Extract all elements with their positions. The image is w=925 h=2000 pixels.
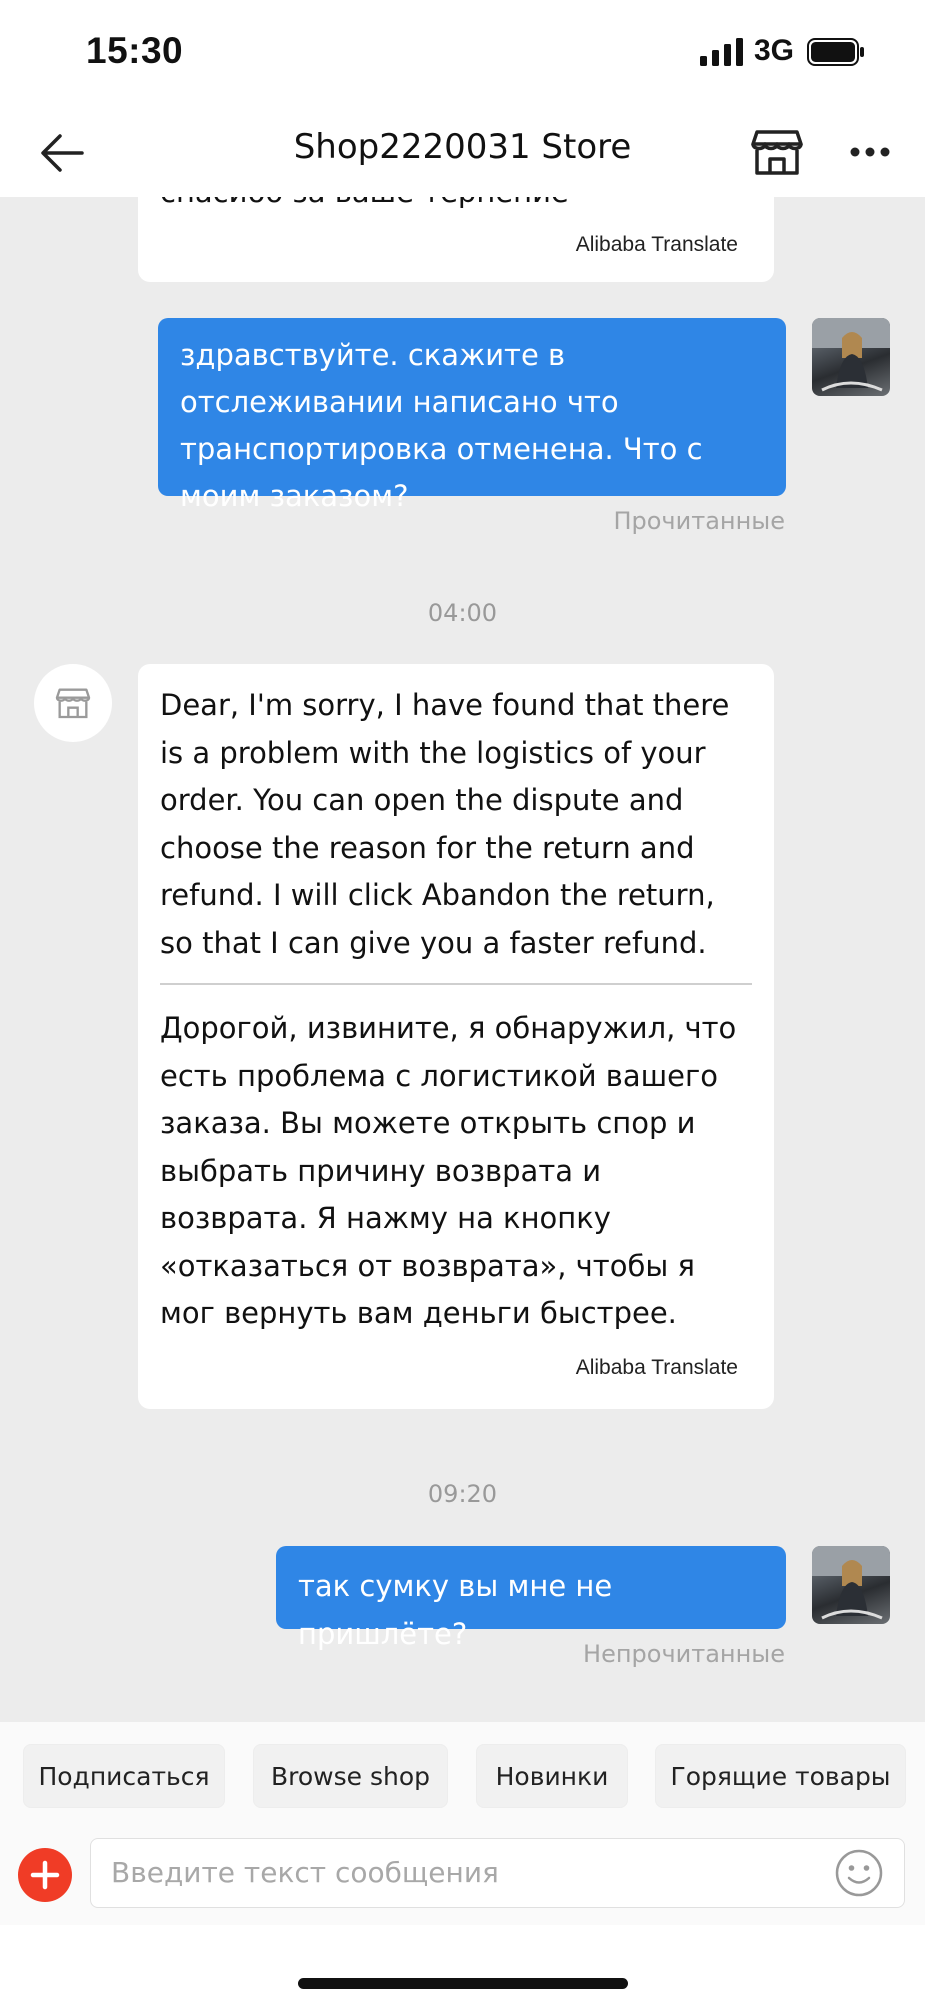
message-translated-text: Дорогой, извините, я обнаружил, что есть… bbox=[160, 1011, 737, 1330]
plus-icon bbox=[30, 1860, 60, 1890]
quick-reply-new-arrivals[interactable]: Новинки bbox=[476, 1744, 628, 1808]
arrow-left-icon bbox=[41, 134, 84, 172]
quick-reply-hot-deals[interactable]: Горящие товары bbox=[655, 1744, 906, 1808]
add-attachment-button[interactable] bbox=[18, 1848, 72, 1902]
translate-label: Alibaba Translate bbox=[575, 233, 738, 256]
message-incoming[interactable]: Dear, I'm sorry, I have found that there… bbox=[138, 664, 774, 1409]
storefront-icon bbox=[751, 130, 803, 175]
message-text: так сумку вы мне не пришлёте? bbox=[298, 1569, 613, 1651]
storefront-icon bbox=[55, 688, 91, 719]
network-type: 3G bbox=[754, 34, 795, 67]
message-input-container[interactable] bbox=[90, 1838, 905, 1908]
user-photo bbox=[812, 1546, 890, 1620]
message-input[interactable] bbox=[111, 1839, 831, 1905]
translation-divider bbox=[160, 983, 752, 985]
message-outgoing[interactable]: так сумку вы мне не пришлёте? bbox=[276, 1546, 786, 1651]
message-original-text: Dear, I'm sorry, I have found that there… bbox=[160, 688, 730, 960]
more-horizontal-icon bbox=[850, 147, 890, 157]
quick-reply-browse-shop[interactable]: Browse shop bbox=[253, 1744, 448, 1808]
home-indicator[interactable] bbox=[298, 1978, 628, 1989]
chat-messages[interactable]: спасибо за ваше терпение Alibaba Transla… bbox=[0, 197, 925, 1722]
timestamp: 04:00 bbox=[427, 599, 498, 627]
more-options-button[interactable] bbox=[840, 123, 900, 181]
status-bar: 15:30 3G bbox=[0, 0, 925, 105]
message-input-bar bbox=[0, 1830, 925, 1925]
store-button[interactable] bbox=[748, 123, 806, 181]
translate-label: Alibaba Translate bbox=[575, 1356, 738, 1379]
signal-icon bbox=[700, 38, 743, 66]
back-button[interactable] bbox=[32, 123, 92, 183]
user-avatar[interactable] bbox=[812, 318, 890, 396]
battery-icon bbox=[807, 38, 864, 66]
page-title: Shop2220031 Store bbox=[293, 127, 632, 167]
message-text: спасибо за ваше терпение bbox=[160, 197, 569, 217]
home-indicator-area bbox=[0, 1925, 925, 2000]
timestamp: 09:20 bbox=[427, 1480, 498, 1508]
message-outgoing[interactable]: здравствуйте. скажите в отслеживании нап… bbox=[158, 318, 786, 513]
store-avatar[interactable] bbox=[34, 664, 112, 742]
user-avatar[interactable] bbox=[812, 1546, 890, 1624]
smiley-icon[interactable] bbox=[834, 1848, 884, 1898]
message-incoming-partial[interactable]: спасибо за ваше терпение Alibaba Transla… bbox=[138, 197, 774, 282]
message-text: здравствуйте. скажите в отслеживании нап… bbox=[180, 338, 703, 513]
status-time: 15:30 bbox=[86, 30, 184, 71]
read-status: Непрочитанные bbox=[583, 1640, 785, 1668]
quick-reply-subscribe[interactable]: Подписаться bbox=[23, 1744, 225, 1808]
quick-replies-bar: Подписаться Browse shop Новинки Горящие … bbox=[0, 1722, 925, 1830]
user-photo bbox=[812, 318, 890, 392]
read-status: Прочитанные bbox=[613, 507, 785, 535]
chat-header: Shop2220031 Store bbox=[0, 105, 925, 197]
